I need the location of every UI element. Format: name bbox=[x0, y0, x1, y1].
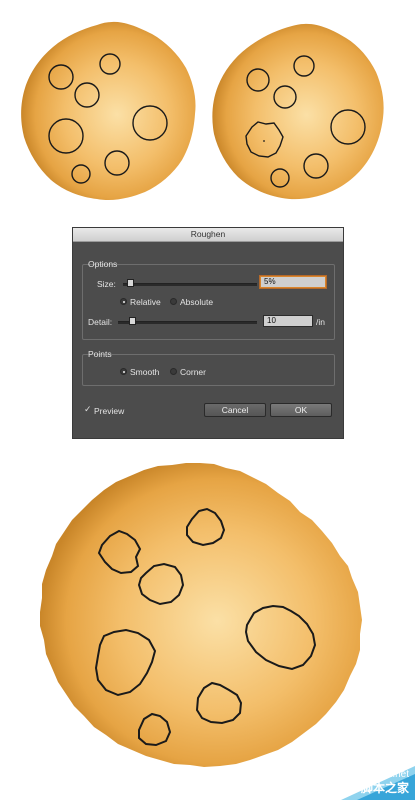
cookie-roughened-result bbox=[40, 463, 362, 767]
absolute-radio[interactable] bbox=[170, 298, 177, 305]
detail-unit-label: /in bbox=[316, 317, 325, 327]
cookie-roughen-preview bbox=[212, 23, 384, 200]
preview-label: Preview bbox=[94, 406, 125, 416]
roughen-dialog: Roughen Options Size: 5% Relative Absolu… bbox=[72, 227, 344, 439]
size-slider[interactable] bbox=[123, 283, 257, 286]
detail-label: Detail: bbox=[88, 317, 113, 327]
detail-slider[interactable] bbox=[118, 321, 257, 324]
preview-checkbox[interactable]: ✓ bbox=[84, 404, 92, 415]
absolute-label: Absolute bbox=[180, 297, 214, 307]
smooth-radio[interactable] bbox=[120, 368, 127, 375]
ok-button[interactable]: OK bbox=[270, 403, 332, 417]
watermark-site-name: 脚本之家 bbox=[360, 781, 409, 795]
dialog-title: Roughen bbox=[73, 228, 343, 242]
corner-label: Corner bbox=[180, 367, 206, 377]
relative-label: Relative bbox=[130, 297, 161, 307]
detail-slider-handle[interactable] bbox=[128, 317, 136, 325]
size-field[interactable]: 5% bbox=[260, 276, 326, 288]
corner-radio[interactable] bbox=[170, 368, 177, 375]
detail-field[interactable]: 10 bbox=[263, 315, 313, 327]
cancel-button[interactable]: Cancel bbox=[204, 403, 266, 417]
points-label: Points bbox=[88, 349, 112, 359]
smooth-label: Smooth bbox=[130, 367, 160, 377]
options-label: Options bbox=[88, 259, 118, 269]
size-slider-handle[interactable] bbox=[126, 279, 134, 287]
cookie-original bbox=[21, 21, 196, 201]
relative-radio[interactable] bbox=[120, 298, 127, 305]
size-label: Size: bbox=[97, 279, 116, 289]
